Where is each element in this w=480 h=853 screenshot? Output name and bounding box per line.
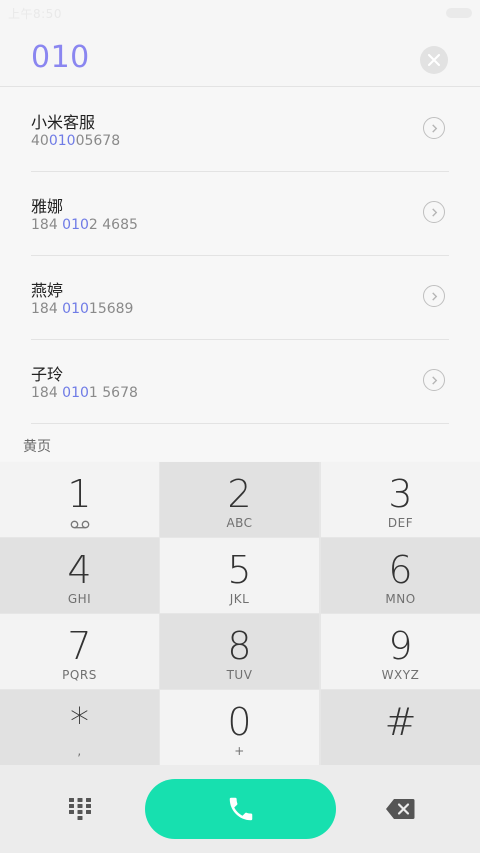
backspace-icon[interactable]: [385, 798, 415, 820]
key-9[interactable]: 9 WXYZ: [321, 614, 480, 689]
key-letters: ,: [77, 744, 82, 758]
contact-phone: 184 0101 5678: [31, 385, 138, 401]
key-5[interactable]: 5 JKL: [160, 538, 319, 613]
contact-row[interactable]: 雅娜 184 0102 4685: [31, 171, 449, 256]
contact-name: 小米客服: [31, 113, 96, 132]
key-digit: 3: [388, 472, 413, 516]
phone-prefix: 40: [31, 133, 49, 149]
phone-prefix: 184: [31, 301, 63, 317]
key-4[interactable]: 4 GHI: [0, 538, 159, 613]
yellow-pages-label: 黄页: [23, 439, 51, 455]
key-digit: *: [70, 700, 89, 744]
chevron-right-icon: [431, 207, 437, 217]
key-digit: 9: [388, 624, 413, 668]
status-bar: 上午8:50: [0, 0, 480, 26]
key-star[interactable]: * ,: [0, 690, 159, 765]
contact-phone: 4001005678: [31, 133, 120, 149]
contact-row[interactable]: 燕婷 184 01015689: [31, 255, 449, 340]
key-letters: JKL: [229, 592, 250, 606]
key-1[interactable]: 1: [0, 462, 159, 537]
phone-match: 010: [48, 133, 76, 149]
key-8[interactable]: 8 TUV: [160, 614, 319, 689]
key-digit: 7: [67, 624, 92, 668]
key-letters: +: [234, 744, 245, 758]
battery-icon: [446, 8, 472, 18]
key-hash[interactable]: #: [321, 690, 480, 765]
phone-suffix: 15689: [88, 301, 134, 317]
contact-name: 燕婷: [31, 281, 64, 300]
contact-detail-button[interactable]: [423, 117, 445, 139]
key-2[interactable]: 2 ABC: [160, 462, 319, 537]
contact-detail-button[interactable]: [423, 285, 445, 307]
dialpad-icon[interactable]: [68, 797, 92, 821]
key-digit: 1: [67, 472, 92, 516]
key-letters: ABC: [226, 516, 253, 530]
phone-match: 010: [62, 217, 89, 233]
key-letters: WXYZ: [381, 668, 420, 682]
dial-display: 010: [0, 26, 480, 87]
status-time: 上午8:50: [8, 7, 62, 21]
key-digit: 5: [227, 548, 252, 592]
contact-results: 小米客服 4001005678 雅娜 184 0102 4685 燕婷 184 …: [0, 87, 480, 461]
key-3[interactable]: 3 DEF: [321, 462, 480, 537]
phone-icon: [229, 797, 252, 821]
key-digit: 0: [227, 700, 252, 744]
contact-detail-button[interactable]: [423, 201, 445, 223]
phone-match: 010: [62, 301, 89, 317]
key-digit: 6: [388, 548, 413, 592]
contact-name: 雅娜: [31, 197, 64, 216]
contact-row[interactable]: 子玲 184 0101 5678: [31, 339, 449, 424]
key-0[interactable]: 0 +: [160, 690, 319, 765]
close-icon: [428, 54, 440, 66]
chevron-right-icon: [431, 291, 437, 301]
phone-prefix: 184: [31, 385, 63, 401]
clear-button[interactable]: [420, 46, 448, 74]
key-letters: MNO: [385, 592, 416, 606]
phone-suffix: 2 4685: [88, 217, 138, 233]
key-6[interactable]: 6 MNO: [321, 538, 480, 613]
dialed-number: 010: [31, 40, 90, 75]
key-letters: DEF: [387, 516, 414, 530]
key-letters: GHI: [67, 592, 92, 606]
key-digit: 8: [227, 624, 252, 668]
contact-detail-button[interactable]: [423, 369, 445, 391]
phone-match: 010: [62, 385, 89, 401]
phone-prefix: 184: [31, 217, 63, 233]
contact-phone: 184 0102 4685: [31, 217, 138, 233]
chevron-right-icon: [431, 375, 437, 385]
key-digit: #: [384, 700, 417, 744]
contact-phone: 184 01015689: [31, 301, 133, 317]
phone-suffix: 05678: [75, 133, 121, 149]
key-digit: 4: [67, 548, 92, 592]
voicemail-icon: [70, 520, 89, 529]
key-7[interactable]: 7 PQRS: [0, 614, 159, 689]
bottom-action-bar: [0, 765, 480, 853]
key-letters: PQRS: [62, 668, 97, 682]
dial-keypad: 1 2 ABC 3 DEF 4 GHI 5 JKL 6 MNO 7 PQRS 8…: [0, 462, 480, 765]
call-button[interactable]: [145, 779, 336, 839]
key-letters: TUV: [226, 668, 253, 682]
contact-name: 子玲: [31, 365, 64, 384]
key-digit: 2: [227, 472, 252, 516]
phone-suffix: 1 5678: [88, 385, 138, 401]
chevron-right-icon: [431, 123, 437, 133]
contact-row[interactable]: 小米客服 4001005678: [31, 87, 449, 172]
